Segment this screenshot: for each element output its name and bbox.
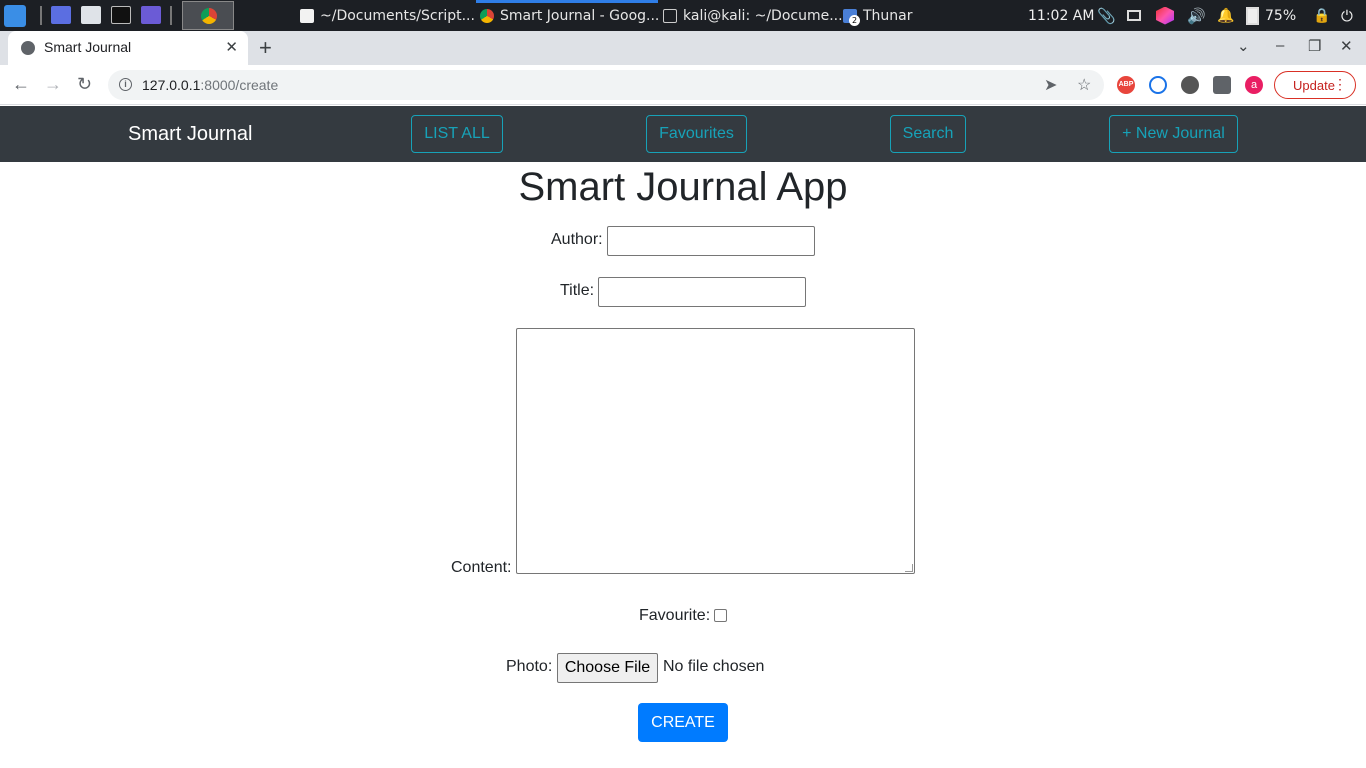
choose-file-button[interactable]: Choose File [557,653,658,683]
sync-icon[interactable] [1149,76,1167,94]
favourites-button[interactable]: Favourites [646,115,747,153]
minimize-icon[interactable]: ‒ [1276,37,1284,54]
menu-dots-icon: ⋮ [1333,76,1347,92]
document-icon [300,8,314,23]
volume-icon[interactable]: 🔊 [1187,0,1206,31]
navbar-brand[interactable]: Smart Journal [128,123,253,146]
url-path: :8000/create [200,77,279,93]
favourite-checkbox[interactable] [714,609,727,622]
taskbar-separator [170,6,172,25]
forward-arrow-icon[interactable]: → [44,74,62,95]
search-button[interactable]: Search [890,115,966,153]
folder-icon: 2 [843,8,860,26]
favourite-label: Favourite: [639,607,711,624]
title-input[interactable] [598,277,806,307]
adblock-icon[interactable]: ABP [1117,76,1135,94]
update-button[interactable]: Update ⋮ [1274,71,1356,99]
app-tray-icon[interactable] [1156,0,1174,31]
chrome-icon [480,8,494,23]
resize-handle-icon[interactable] [905,564,913,572]
notification-bell-icon[interactable]: 🔔 [1217,0,1234,31]
content-textarea[interactable] [516,328,915,574]
terminal-icon [663,8,677,23]
address-bar[interactable]: i 127.0.0.1:8000/create ➤ ☆ [108,70,1104,100]
update-label: Update [1293,77,1335,93]
page-title: Smart Journal App [518,165,848,209]
battery-percent[interactable]: 75% [1265,0,1296,31]
back-arrow-icon[interactable]: ← [12,74,30,95]
task-thunar[interactable]: 2 Thunar [843,0,913,31]
terminal-icon[interactable] [111,6,131,24]
photo-label: Photo: [506,658,553,675]
window-count-badge: 2 [849,14,860,26]
task-label: ~/Documents/Script... [320,7,475,24]
globe-icon [21,41,35,55]
chrome-icon [201,8,217,24]
list-all-button[interactable]: LIST ALL [411,115,503,153]
battery-icon [1246,0,1259,31]
content-label: Content: [451,559,512,576]
clock[interactable]: 11:02 AM [1028,0,1094,31]
display-icon[interactable] [1127,0,1141,31]
tab-smart-journal[interactable]: Smart Journal ✕ [8,31,248,65]
new-journal-button[interactable]: + New Journal [1109,115,1238,153]
extension-globe-icon[interactable] [1181,76,1199,94]
puzzle-icon[interactable] [1213,76,1231,94]
reload-icon[interactable]: ↻ [77,74,92,95]
task-label: kali@kali: ~/Docume... [683,7,843,24]
star-icon[interactable]: ☆ [1077,75,1091,95]
taskbar-separator [40,6,42,25]
task-terminal[interactable]: kali@kali: ~/Docume... [663,0,843,31]
profile-avatar[interactable]: a [1245,76,1263,94]
chrome-launcher[interactable] [182,1,234,30]
lock-icon[interactable]: 🔒 [1313,0,1330,31]
file-manager-icon[interactable] [81,6,101,24]
title-label: Title: [560,282,595,299]
power-icon[interactable]: ⏻ [1341,0,1353,31]
screen-recorder-icon[interactable] [141,6,161,24]
task-label: Thunar [863,7,913,24]
url-text[interactable]: 127.0.0.1:8000/create [142,77,278,93]
app-navbar: Smart Journal LIST ALL Favourites Search… [0,106,1366,162]
info-icon[interactable]: i [119,78,132,91]
browser-tabstrip: Smart Journal ✕ + ⌄ ‒ ❐ ✕ [0,31,1366,65]
author-input[interactable] [607,226,815,256]
os-taskbar: ~/Documents/Script... Smart Journal - Go… [0,0,1366,31]
url-host: 127.0.0.1 [142,77,201,93]
task-chrome[interactable]: Smart Journal - Goog... [480,0,659,31]
close-icon[interactable]: ✕ [225,38,238,56]
task-label: Smart Journal - Goog... [500,7,660,24]
file-status-text: No file chosen [663,658,765,675]
task-scripts[interactable]: ~/Documents/Script... [300,0,475,31]
new-tab-button[interactable]: + [259,35,272,61]
create-button[interactable]: CREATE [638,703,728,742]
chevron-down-icon[interactable]: ⌄ [1237,37,1250,55]
author-label: Author: [551,231,603,248]
restore-icon[interactable]: ❐ [1308,37,1321,55]
workspace-icon[interactable] [51,6,71,24]
tab-title: Smart Journal [44,39,132,55]
window-close-icon[interactable]: ✕ [1340,37,1353,55]
browser-toolbar: ← → ↻ i 127.0.0.1:8000/create ➤ ☆ ABP a … [0,65,1366,105]
send-icon[interactable]: ➤ [1044,75,1057,95]
paperclip-icon[interactable]: 📎 [1097,0,1116,31]
kali-menu-icon[interactable] [4,0,26,31]
